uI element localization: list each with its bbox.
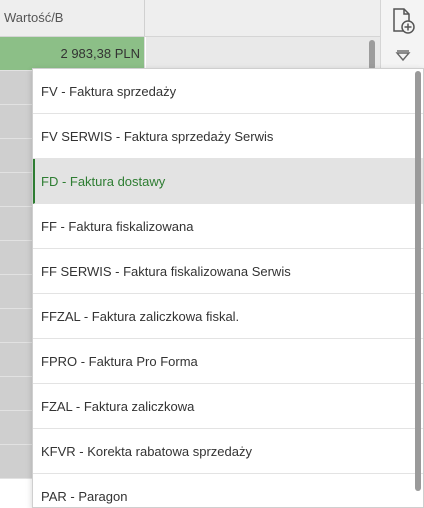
value-cell: 2 983,38 PLN [0,37,145,70]
option-fzal[interactable]: FZAL - Faktura zaliczkowa [33,384,423,429]
funnel-icon [395,50,411,62]
document-type-dropdown[interactable]: FV - Faktura sprzedaży FV SERWIS - Faktu… [32,68,424,508]
option-fd[interactable]: FD - Faktura dostawy [33,159,423,204]
grid-scrollbar[interactable] [369,40,375,70]
option-fpro[interactable]: FPRO - Faktura Pro Forma [33,339,423,384]
add-document-button[interactable] [385,6,421,36]
option-fv-serwis[interactable]: FV SERWIS - Faktura sprzedaży Serwis [33,114,423,159]
option-kfvr[interactable]: KFVR - Korekta rabatowa sprzedaży [33,429,423,474]
option-ffzal[interactable]: FFZAL - Faktura zaliczkowa fiskal. [33,294,423,339]
option-ff[interactable]: FF - Faktura fiskalizowana [33,204,423,249]
table-row[interactable]: 2 983,38 PLN [0,37,380,71]
column-header-wartosc[interactable]: Wartość/B [0,0,145,36]
dropdown-scrollbar[interactable] [415,71,421,491]
option-fv[interactable]: FV - Faktura sprzedaży [33,69,423,114]
column-header-empty [146,0,380,36]
document-plus-icon [393,8,415,34]
grid-header: Wartość/B [0,0,380,37]
option-ff-serwis[interactable]: FF SERWIS - Faktura fiskalizowana Serwis [33,249,423,294]
option-par[interactable]: PAR - Paragon [33,474,423,507]
empty-cell [146,37,380,70]
